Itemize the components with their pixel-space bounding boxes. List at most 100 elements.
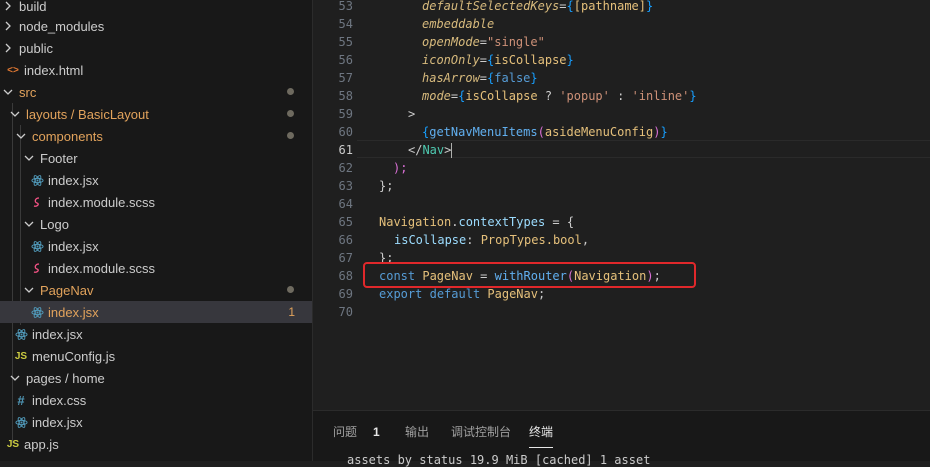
tree-item-home-index-jsx[interactable]: index.jsx <box>0 411 312 433</box>
tree-item-pagenav[interactable]: PageNav <box>0 279 312 301</box>
tree-item-public[interactable]: public <box>0 37 312 59</box>
chevron-down-icon <box>10 373 20 383</box>
line-number: 55 <box>338 35 353 49</box>
sass-icon <box>30 195 44 209</box>
line-number: 58 <box>338 89 353 103</box>
code-line-53: defaultSelectedKeys={[pathname]} <box>422 0 654 13</box>
html-icon: <> <box>7 64 19 76</box>
chevron-right-icon <box>3 43 13 53</box>
code-line-63: }; <box>379 179 394 193</box>
sass-icon <box>30 261 44 275</box>
tree-item-label: node_modules <box>19 18 105 34</box>
tab-terminal[interactable]: 终端 <box>529 423 553 440</box>
tree-item-src[interactable]: src <box>0 81 312 103</box>
tree-item-logo-index-jsx[interactable]: index.jsx <box>0 235 312 257</box>
tree-item-label: index.jsx <box>48 172 99 188</box>
react-icon <box>30 305 44 319</box>
tree-item-index-html[interactable]: <> index.html <box>0 59 312 81</box>
chevron-right-icon <box>3 1 13 11</box>
code-line-61: </Nav> <box>408 143 453 158</box>
tab-problems[interactable]: 问题 1 <box>333 423 380 440</box>
line-number: 66 <box>338 233 353 247</box>
code-line-62: ); <box>393 161 408 175</box>
line-number: 61 <box>338 143 353 157</box>
tree-item-index-css[interactable]: # index.css <box>0 389 312 411</box>
modified-dot <box>287 88 294 95</box>
chevron-down-icon <box>16 131 26 141</box>
code-line-54: embeddable <box>422 17 495 31</box>
line-number: 68 <box>338 269 353 283</box>
problems-count-badge: 1 <box>373 425 380 439</box>
code-editor[interactable]: 53 54 55 56 57 58 59 60 61 62 63 64 65 6… <box>313 0 930 410</box>
tree-item-layouts-basiclayout[interactable]: layouts / BasicLayout <box>0 103 312 125</box>
tree-item-label: src <box>19 84 37 100</box>
modified-dot <box>287 110 294 117</box>
tab-label: 问题 <box>333 425 358 439</box>
hash-icon: # <box>17 392 25 408</box>
code-line-66: isCollapse: PropTypes.bool, <box>394 233 590 247</box>
line-number: 62 <box>338 161 353 175</box>
tab-debug-console[interactable]: 调试控制台 <box>451 423 511 440</box>
tree-item-label: index.css <box>32 392 87 408</box>
tree-item-logo[interactable]: Logo <box>0 213 312 235</box>
tree-item-layout-index-jsx[interactable]: index.jsx <box>0 323 312 345</box>
code-line-58: mode={isCollapse ? 'popup' : 'inline'} <box>422 89 697 103</box>
code-line-57: hasArrow={false} <box>422 71 538 85</box>
tree-item-node-modules[interactable]: node_modules <box>0 15 312 37</box>
chevron-right-icon <box>3 21 13 31</box>
modified-dot <box>287 132 294 139</box>
tree-item-label: app.js <box>24 436 59 452</box>
tree-item-label: build <box>19 0 47 14</box>
tab-output[interactable]: 输出 <box>405 423 429 440</box>
tree-item-label: PageNav <box>40 282 94 298</box>
tree-item-label: index.jsx <box>48 304 99 320</box>
line-number: 56 <box>338 53 353 67</box>
chevron-down-icon <box>10 109 20 119</box>
tree-item-label: pages / home <box>26 370 105 386</box>
js-icon: JS <box>6 438 20 450</box>
code-line-65: Navigation.contextTypes = { <box>379 215 575 229</box>
explorer-sidebar: build node_modules public <> index.html … <box>0 0 313 461</box>
code-line-59: > <box>408 107 416 121</box>
js-icon: JS <box>14 350 28 362</box>
modified-dot <box>287 286 294 293</box>
tree-item-label: index.jsx <box>32 414 83 430</box>
active-tab-indicator <box>529 447 553 448</box>
tree-item-footer[interactable]: Footer <box>0 147 312 169</box>
code-line-55: openMode="single" <box>422 35 545 49</box>
tree-item-label: index.module.scss <box>48 194 155 210</box>
tree-item-components[interactable]: components <box>0 125 312 147</box>
code-line-56: iconOnly={isCollapse} <box>422 53 574 67</box>
line-number: 60 <box>338 125 353 139</box>
tree-item-label: index.jsx <box>32 326 83 342</box>
vscode-window: build node_modules public <> index.html … <box>0 0 930 467</box>
tree-item-pagenav-index-jsx[interactable]: index.jsx 1 <box>0 301 312 323</box>
code-line-60: {getNavMenuItems(asideMenuConfig)} <box>422 125 668 139</box>
tree-item-footer-index-jsx[interactable]: index.jsx <box>0 169 312 191</box>
chevron-down-icon <box>3 87 13 97</box>
line-number: 65 <box>338 215 353 229</box>
tree-item-label: layouts / BasicLayout <box>26 106 149 122</box>
line-number: 54 <box>338 17 353 31</box>
line-number: 57 <box>338 71 353 85</box>
react-icon <box>30 173 44 187</box>
tree-item-app-js[interactable]: JS app.js <box>0 433 312 455</box>
text-cursor <box>451 143 453 158</box>
tree-item-label: menuConfig.js <box>32 348 116 364</box>
line-number: 67 <box>338 251 353 265</box>
tree-item-label: Logo <box>40 216 69 232</box>
line-number: 70 <box>338 305 353 319</box>
bottom-panel: 问题 1 输出 调试控制台 终端 assets by status 19.9 Mi… <box>313 410 930 467</box>
line-number: 63 <box>338 179 353 193</box>
tree-item-label: index.module.scss <box>48 260 155 276</box>
tree-item-footer-scss[interactable]: index.module.scss <box>0 191 312 213</box>
tree-item-pages-home[interactable]: pages / home <box>0 367 312 389</box>
tree-item-logo-scss[interactable]: index.module.scss <box>0 257 312 279</box>
react-icon <box>14 415 28 429</box>
tree-item-menuconfig[interactable]: JS menuConfig.js <box>0 345 312 367</box>
tree-item-label: public <box>19 40 53 56</box>
line-number: 59 <box>338 107 353 121</box>
chevron-down-icon <box>24 219 34 229</box>
react-icon <box>30 239 44 253</box>
tree-item-label: Footer <box>40 150 78 166</box>
